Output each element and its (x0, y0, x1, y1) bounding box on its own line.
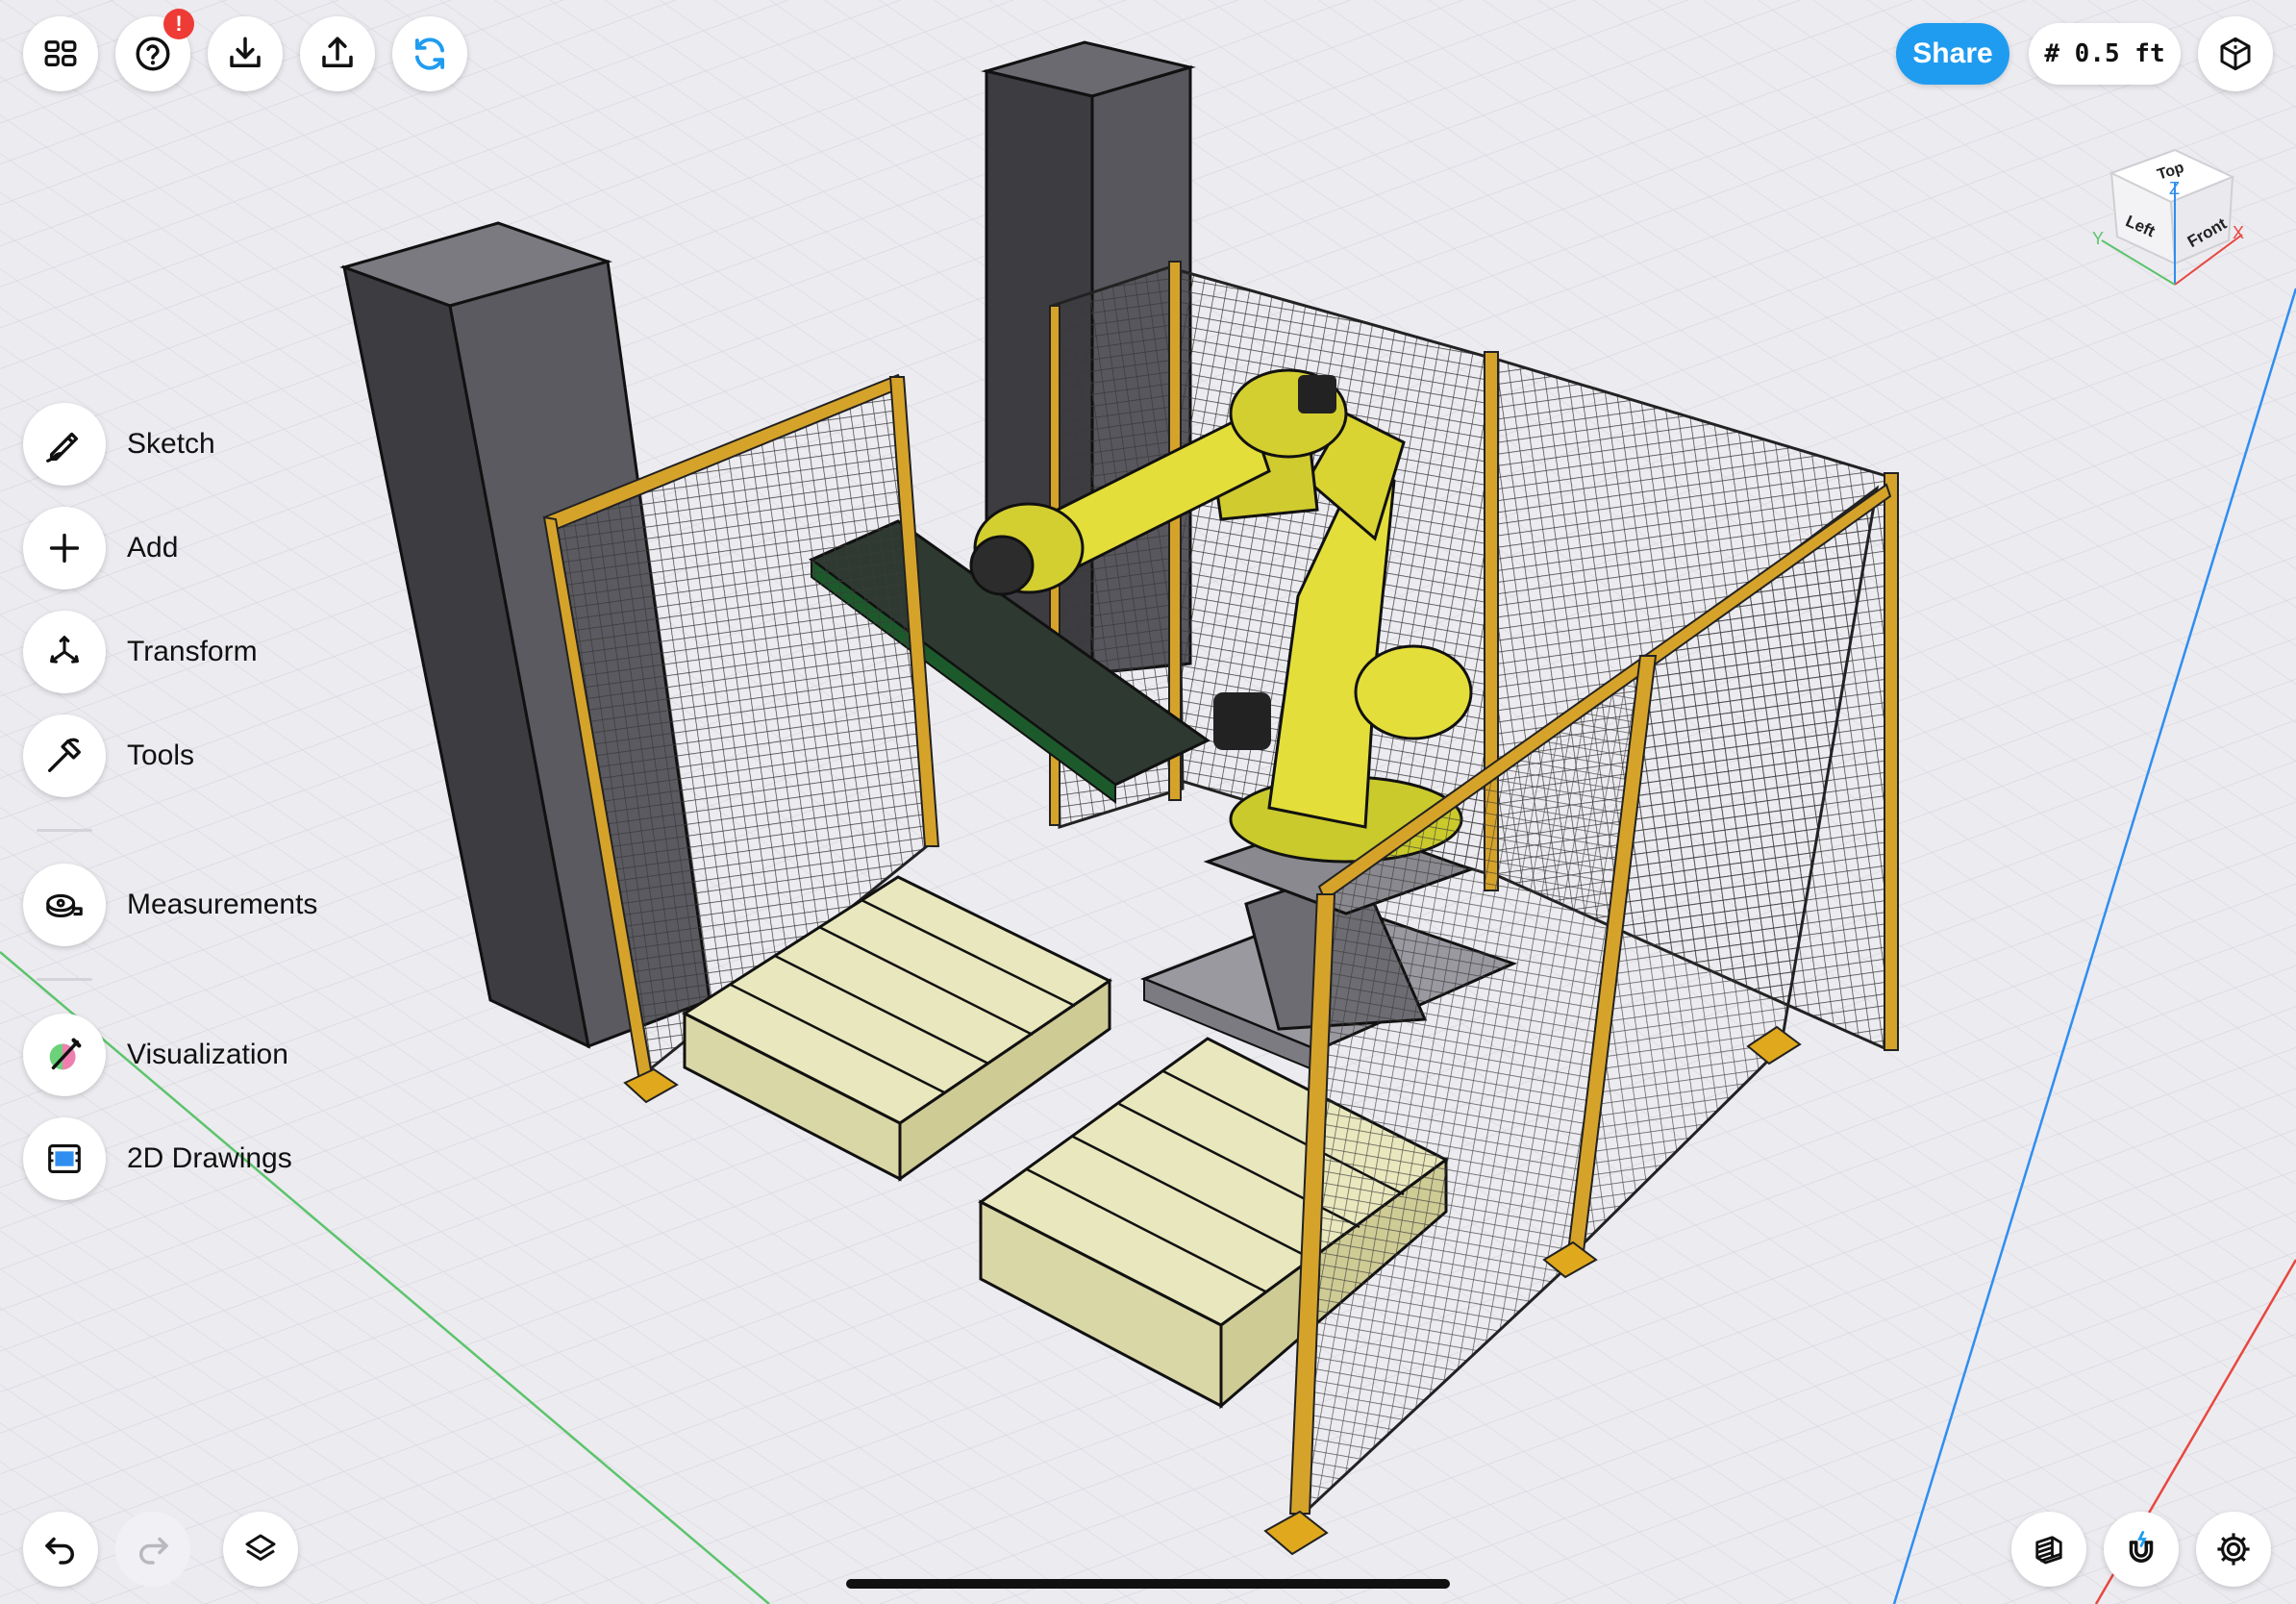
tool-visualization-circle[interactable] (23, 1014, 106, 1096)
notification-badge: ! (163, 9, 194, 39)
tool-measurements-label: Measurements (127, 889, 318, 920)
settings-gear-icon (2217, 1533, 2250, 1566)
upload-button[interactable] (300, 16, 375, 91)
grid-size-button[interactable]: # 0.5 ft (2029, 23, 2181, 85)
redo-icon (139, 1537, 168, 1565)
download-button[interactable] (208, 16, 283, 91)
blueprint-icon (48, 1144, 81, 1173)
snap-button[interactable] (2104, 1512, 2179, 1587)
tool-2d-drawings[interactable]: 2D Drawings (23, 1117, 292, 1200)
axis-x-label: X (2233, 223, 2244, 242)
share-button[interactable]: Share (1896, 23, 2009, 85)
undo-icon (45, 1537, 74, 1565)
tool-2d-drawings-circle[interactable] (23, 1117, 106, 1200)
magnet-snap-icon (2129, 1531, 2154, 1563)
tool-add[interactable]: Add (23, 507, 178, 589)
axis-z-label: Z (2169, 179, 2180, 198)
section-view-button[interactable] (2011, 1512, 2086, 1587)
tool-sketch-label: Sketch (127, 428, 215, 460)
tool-measurements[interactable]: Measurements (23, 864, 317, 946)
3d-viewport[interactable]: Top Left Front Z X Y (0, 0, 2296, 1604)
tool-measurements-circle[interactable] (23, 864, 106, 946)
sync-icon (414, 38, 445, 70)
tool-2d-drawings-label: 2D Drawings (127, 1142, 292, 1174)
tool-add-label: Add (127, 532, 179, 564)
help-icon (136, 37, 170, 71)
tool-sketch[interactable]: Sketch (23, 403, 215, 486)
view-mode-button[interactable] (2198, 16, 2273, 91)
tool-tools[interactable]: Tools (23, 714, 194, 797)
transform-arrows-icon (50, 636, 79, 664)
layers-button[interactable] (223, 1512, 298, 1587)
upload-icon (322, 37, 353, 67)
home-indicator[interactable] (846, 1579, 1450, 1589)
tool-sketch-circle[interactable] (23, 403, 106, 486)
tool-visualization-label: Visualization (127, 1039, 288, 1070)
undo-button[interactable] (23, 1512, 98, 1587)
tool-transform-circle[interactable] (23, 611, 106, 693)
settings-button[interactable] (2196, 1512, 2271, 1587)
pencil-icon (46, 432, 79, 463)
tool-divider (37, 829, 92, 832)
section-hatch-icon (2035, 1536, 2062, 1565)
grid-icon (44, 40, 77, 66)
redo-button[interactable] (115, 1512, 190, 1587)
tool-visualization[interactable]: Visualization (23, 1014, 288, 1096)
sync-button[interactable] (392, 16, 467, 91)
tool-divider-2 (37, 978, 92, 981)
tool-add-circle[interactable] (23, 507, 106, 589)
layers-icon (245, 1534, 276, 1561)
help-button[interactable]: ! (115, 9, 194, 91)
tool-transform[interactable]: Transform (23, 611, 258, 693)
tool-tools-circle[interactable] (23, 714, 106, 797)
plus-icon (49, 533, 80, 564)
tool-transform-label: Transform (127, 636, 258, 667)
cube-wireframe-icon (2220, 37, 2251, 71)
apps-grid-button[interactable] (23, 16, 98, 91)
download-icon (230, 37, 261, 67)
tape-measure-icon (46, 893, 83, 918)
axis-y-label: Y (2092, 229, 2104, 248)
tool-tools-label: Tools (127, 739, 195, 771)
hammer-icon (48, 738, 81, 772)
palette-icon (49, 1038, 82, 1070)
